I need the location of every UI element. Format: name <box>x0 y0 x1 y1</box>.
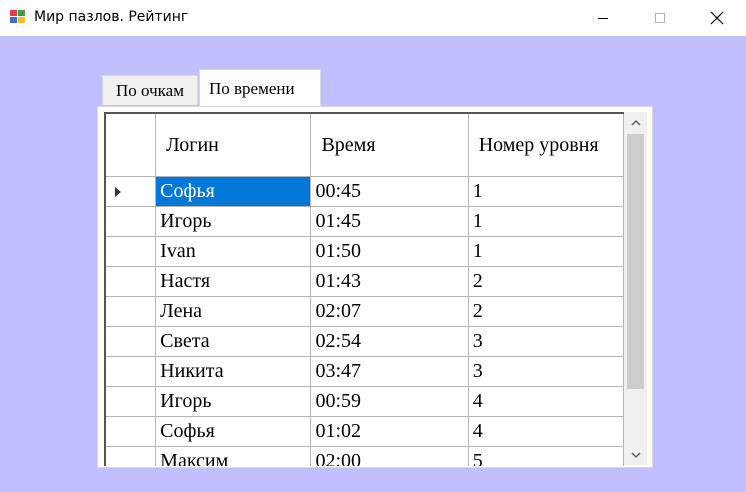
row-header[interactable] <box>106 266 157 297</box>
column-header-time[interactable]: Время <box>310 114 469 177</box>
close-button[interactable] <box>694 0 740 36</box>
grid-corner-cell[interactable] <box>106 114 157 177</box>
cell-login[interactable]: Никита <box>155 356 312 387</box>
cell-level[interactable]: 3 <box>468 356 624 387</box>
cell-level[interactable]: 2 <box>468 266 624 297</box>
cell-level[interactable]: 1 <box>468 206 624 237</box>
row-header[interactable] <box>106 356 157 387</box>
table-row[interactable]: Никита 03:47 3 <box>106 356 624 387</box>
cell-time[interactable]: 03:47 <box>310 356 469 387</box>
table-row[interactable]: Лена 02:07 2 <box>106 296 624 327</box>
cell-time[interactable]: 00:59 <box>310 386 469 417</box>
tab-by-points-label: По очкам <box>116 80 184 100</box>
scroll-down-button[interactable] <box>624 444 647 465</box>
cell-level[interactable]: 4 <box>468 416 624 447</box>
tab-by-points[interactable]: По очкам <box>102 75 198 105</box>
tab-by-time-label: По времени <box>209 78 295 98</box>
minimize-icon <box>598 18 608 19</box>
cell-login[interactable]: Игорь <box>155 206 312 237</box>
cell-time[interactable]: 02:07 <box>310 296 469 327</box>
maximize-button[interactable] <box>637 0 683 36</box>
chevron-up-icon <box>630 119 641 126</box>
cell-login[interactable]: Софья <box>155 416 312 447</box>
row-header[interactable] <box>106 206 157 237</box>
window-title: Мир пазлов. Рейтинг <box>34 9 189 25</box>
cell-time[interactable]: 02:54 <box>310 326 469 357</box>
cell-level[interactable]: 3 <box>468 326 624 357</box>
table-row[interactable]: Ivan 01:50 1 <box>106 236 624 267</box>
table-row[interactable]: Софья 01:02 4 <box>106 416 624 447</box>
row-header[interactable] <box>106 296 157 327</box>
current-row-arrow-icon <box>115 186 121 197</box>
scroll-up-button[interactable] <box>624 112 647 133</box>
row-header[interactable] <box>106 386 157 417</box>
cell-login[interactable]: Софья <box>155 176 312 207</box>
table-row[interactable]: Софья 00:45 1 <box>106 176 624 207</box>
cell-level[interactable]: 1 <box>468 236 624 267</box>
cell-time[interactable]: 01:02 <box>310 416 469 447</box>
row-header[interactable] <box>106 416 157 447</box>
vertical-scrollbar[interactable] <box>624 112 647 465</box>
rating-grid[interactable]: Логин Время Номер уровня Софья 00:45 1 И… <box>104 112 624 466</box>
table-row[interactable]: Игорь 01:45 1 <box>106 206 624 237</box>
header-row: Логин Время Номер уровня <box>106 114 624 177</box>
column-header-login[interactable]: Логин <box>155 114 312 177</box>
cell-login[interactable]: Максим <box>155 446 312 466</box>
cell-level[interactable]: 4 <box>468 386 624 417</box>
tab-by-time[interactable]: По времени <box>199 69 321 107</box>
cell-level[interactable]: 2 <box>468 296 624 327</box>
cell-time[interactable]: 02:00 <box>310 446 469 466</box>
minimize-button[interactable] <box>580 0 626 36</box>
cell-login[interactable]: Настя <box>155 266 312 297</box>
cell-time[interactable]: 01:43 <box>310 266 469 297</box>
chevron-down-icon <box>630 451 641 458</box>
cell-level[interactable]: 5 <box>468 446 624 466</box>
table-row[interactable]: Света 02:54 3 <box>106 326 624 357</box>
table-row[interactable]: Игорь 00:59 4 <box>106 386 624 417</box>
cell-time[interactable]: 01:50 <box>310 236 469 267</box>
row-header[interactable] <box>106 326 157 357</box>
maximize-icon <box>655 13 665 23</box>
row-header[interactable] <box>106 176 157 207</box>
cell-login[interactable]: Света <box>155 326 312 357</box>
close-icon <box>710 11 724 25</box>
cell-time[interactable]: 01:45 <box>310 206 469 237</box>
table-row[interactable]: Максим 02:00 5 <box>106 446 624 466</box>
rating-table: Логин Время Номер уровня Софья 00:45 1 И… <box>106 114 624 466</box>
app-icon <box>10 10 25 23</box>
table-row[interactable]: Настя 01:43 2 <box>106 266 624 297</box>
scrollbar-thumb[interactable] <box>627 134 644 389</box>
title-bar[interactable]: Мир пазлов. Рейтинг <box>0 0 746 36</box>
cell-login[interactable]: Лена <box>155 296 312 327</box>
cell-login[interactable]: Ivan <box>155 236 312 267</box>
row-header[interactable] <box>106 236 157 267</box>
cell-level[interactable]: 1 <box>468 176 624 207</box>
row-header[interactable] <box>106 446 157 466</box>
cell-login[interactable]: Игорь <box>155 386 312 417</box>
cell-time[interactable]: 00:45 <box>310 176 469 207</box>
column-header-level[interactable]: Номер уровня <box>468 114 624 177</box>
